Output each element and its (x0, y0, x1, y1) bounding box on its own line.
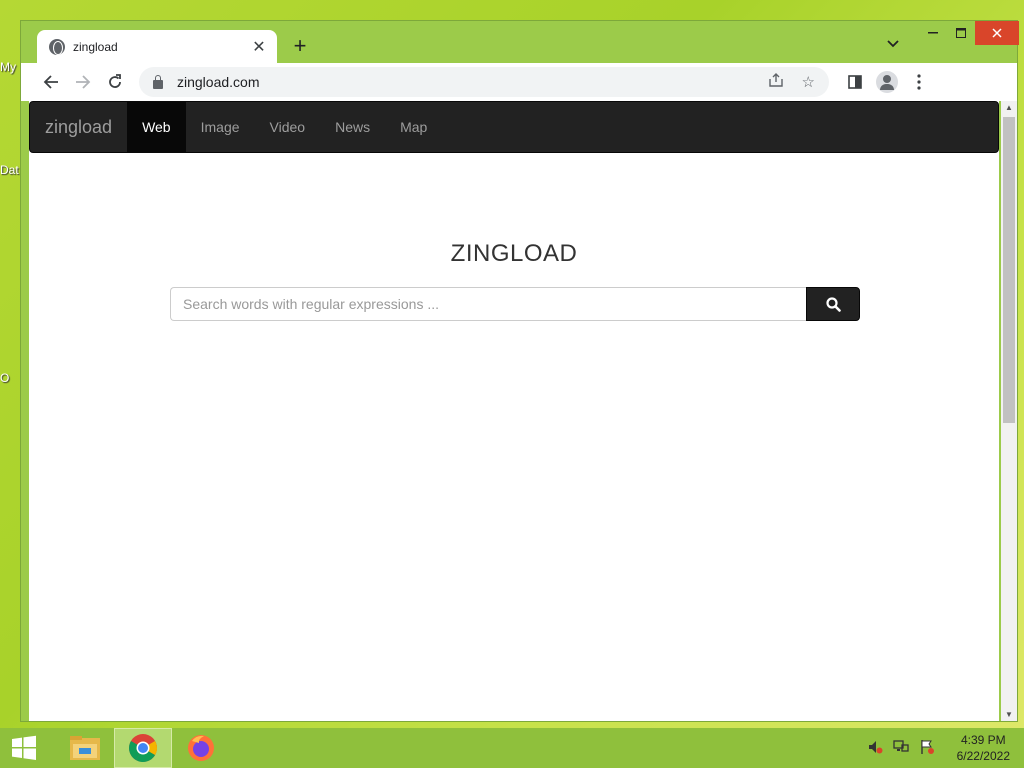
file-explorer-taskbar-button[interactable] (56, 728, 114, 768)
chrome-icon (129, 734, 157, 762)
clock-date: 6/22/2022 (956, 749, 1010, 763)
share-icon[interactable] (768, 72, 784, 92)
search-form (170, 287, 860, 321)
clock-time: 4:39 PM (960, 733, 1006, 747)
site-navbar: zingload Web Image Video News Map (29, 101, 999, 153)
firefox-icon (188, 735, 214, 761)
lock-icon[interactable] (153, 74, 163, 89)
action-center-flag-icon[interactable] (919, 739, 935, 758)
maximize-button[interactable] (947, 21, 975, 45)
file-explorer-icon (70, 736, 100, 760)
windows-logo-icon (12, 735, 36, 760)
new-tab-button[interactable]: + (289, 33, 311, 59)
side-panel-button[interactable] (839, 66, 871, 98)
nav-image[interactable]: Image (186, 102, 255, 152)
browser-window: zingload ✕ + zingload.com ☆ zingload Web… (20, 20, 1019, 722)
address-bar[interactable]: zingload.com ☆ (139, 67, 829, 97)
tab-zingload[interactable]: zingload ✕ (37, 30, 277, 63)
scroll-thumb[interactable] (1003, 117, 1015, 423)
site-brand-link[interactable]: zingload (30, 101, 127, 153)
tab-strip: zingload ✕ + (21, 21, 1019, 63)
network-icon[interactable] (892, 739, 909, 758)
bookmark-star-icon[interactable]: ☆ (802, 73, 815, 91)
nav-web[interactable]: Web (127, 102, 186, 152)
browser-toolbar: zingload.com ☆ (21, 63, 1017, 101)
search-input[interactable] (170, 287, 806, 321)
vertical-scrollbar[interactable]: ▲ ▼ (1001, 101, 1017, 721)
desktop-label-my[interactable]: My (0, 60, 16, 74)
close-tab-icon[interactable]: ✕ (251, 37, 267, 57)
start-button[interactable] (0, 728, 48, 768)
desktop-label-dat[interactable]: Dat (0, 163, 19, 177)
tab-title: zingload (73, 39, 118, 54)
reload-button[interactable] (99, 66, 131, 98)
page-viewport: zingload Web Image Video News Map ZINGLO… (29, 101, 999, 721)
globe-icon (49, 38, 65, 55)
url-text[interactable]: zingload.com (177, 74, 750, 90)
profile-button[interactable] (871, 66, 903, 98)
nav-map[interactable]: Map (385, 102, 442, 152)
chrome-taskbar-button[interactable] (114, 728, 172, 768)
menu-button[interactable] (903, 66, 935, 98)
tab-search-chevron-icon[interactable] (887, 35, 899, 51)
nav-video[interactable]: Video (255, 102, 321, 152)
scroll-up-arrow-icon[interactable]: ▲ (1001, 103, 1017, 112)
minimize-button[interactable] (919, 21, 947, 45)
taskbar: 4:39 PM 6/22/2022 (0, 728, 1024, 768)
page-title: ZINGLOAD (450, 240, 578, 267)
system-tray: 4:39 PM 6/22/2022 (867, 728, 1024, 768)
close-window-button[interactable] (975, 21, 1019, 45)
forward-button[interactable] (67, 66, 99, 98)
back-button[interactable] (35, 66, 67, 98)
profile-icon (876, 71, 898, 93)
volume-muted-icon[interactable] (867, 739, 883, 758)
firefox-taskbar-button[interactable] (172, 728, 230, 768)
nav-news[interactable]: News (320, 102, 385, 152)
scroll-down-arrow-icon[interactable]: ▼ (1001, 710, 1017, 719)
taskbar-clock[interactable]: 4:39 PM 6/22/2022 (957, 732, 1010, 764)
desktop-label-o[interactable]: O (0, 371, 9, 385)
search-button[interactable] (806, 287, 860, 321)
search-icon (825, 296, 841, 312)
